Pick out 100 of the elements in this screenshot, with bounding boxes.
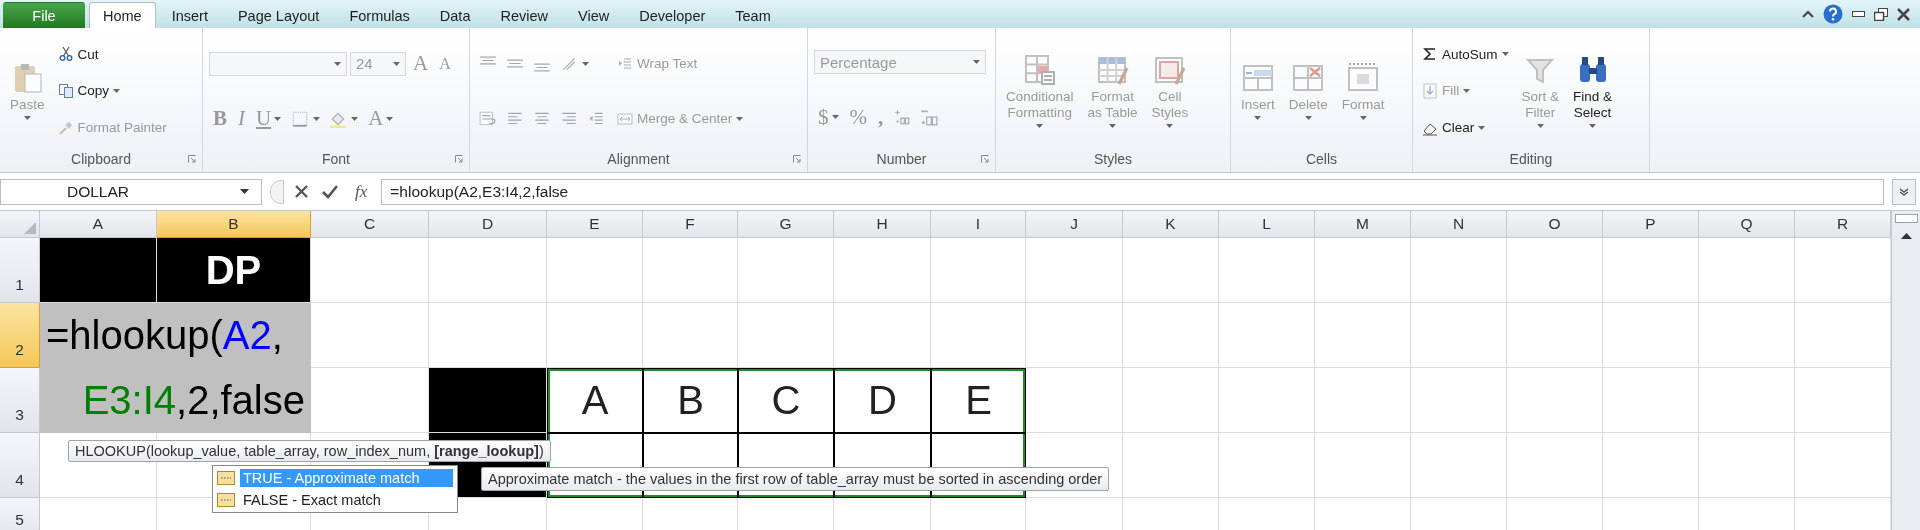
ribbon-tab[interactable]: Insert	[157, 2, 222, 28]
column-header[interactable]: H	[834, 211, 931, 238]
wrap-text-icon	[479, 109, 497, 128]
up-arrow-icon	[1900, 233, 1912, 239]
cut-button[interactable]: Cut	[54, 44, 170, 65]
dialog-launcher-icon[interactable]	[188, 155, 196, 163]
conditional-formatting-icon	[1023, 54, 1056, 86]
column-header[interactable]: Q	[1699, 211, 1795, 238]
column-header[interactable]: A	[40, 211, 157, 238]
delete-cells-icon	[1292, 62, 1325, 94]
clear-button[interactable]: Clear	[1419, 117, 1512, 138]
triangle-icon	[24, 222, 36, 234]
ribbon-tab[interactable]: Formulas	[335, 2, 424, 28]
restore-icon[interactable]	[1874, 7, 1888, 21]
vertical-scrollbar[interactable]	[1891, 211, 1920, 530]
brush-icon	[57, 119, 74, 136]
row-header[interactable]: 4	[0, 433, 40, 498]
spreadsheet-cell[interactable]: C	[738, 368, 834, 433]
argument-icon	[217, 471, 235, 485]
ribbon-tab[interactable]: Home	[89, 2, 156, 28]
ribbon-tab[interactable]: Data	[425, 2, 485, 28]
format-cells-icon	[1347, 62, 1380, 94]
spreadsheet-cell[interactable]: B	[643, 368, 738, 433]
row-header[interactable]: 2	[0, 303, 40, 368]
group-label: Clipboard	[71, 151, 131, 167]
row-header[interactable]: 1	[0, 238, 40, 303]
cancel-icon	[295, 185, 308, 198]
function-tooltip: HLOOKUP(lookup_value, table_array, row_index_num, [range_lookup])	[68, 440, 551, 462]
column-header[interactable]: P	[1603, 211, 1699, 238]
argument-icon	[217, 493, 235, 507]
cell-styles-icon	[1153, 54, 1186, 86]
ribbon-tab[interactable]: Page Layout	[223, 2, 334, 28]
column-header[interactable]: C	[311, 211, 429, 238]
group-label: Font	[322, 151, 350, 167]
dialog-launcher-icon[interactable]	[793, 155, 801, 163]
row-header[interactable]: 3	[0, 368, 40, 433]
ribbon-tab[interactable]: View	[564, 2, 624, 28]
increase-decimal-icon	[893, 108, 912, 127]
column-header[interactable]: I	[931, 211, 1026, 238]
column-header[interactable]: D	[429, 211, 547, 238]
column-header[interactable]: F	[643, 211, 738, 238]
increase-indent-icon	[617, 55, 633, 72]
name-box[interactable]: DOLLAR	[0, 178, 262, 205]
decrease-decimal-icon	[920, 108, 939, 127]
spreadsheet-cell[interactable]: D	[834, 368, 931, 433]
copy-button[interactable]: Copy	[54, 81, 170, 101]
cell-edit-field[interactable]: =hlookup(A2, E3:I4,2,false	[40, 303, 311, 433]
column-header[interactable]: K	[1123, 211, 1219, 238]
dialog-launcher-icon[interactable]	[455, 155, 463, 163]
find-select-button[interactable]: Find & Select	[1569, 52, 1617, 130]
minimize-icon[interactable]	[1852, 11, 1865, 17]
help-icon[interactable]	[1823, 4, 1843, 24]
group-label: Cells	[1305, 151, 1338, 167]
enter-button[interactable]	[319, 184, 341, 199]
column-header[interactable]: G	[738, 211, 834, 238]
column-header[interactable]: M	[1315, 211, 1411, 238]
ribbon-tab[interactable]: Developer	[625, 2, 720, 28]
table-icon	[1096, 54, 1129, 86]
formula-bar-grip[interactable]	[270, 179, 284, 204]
merge-icon	[617, 110, 633, 127]
group-label: Styles	[1093, 151, 1133, 167]
spreadsheet-cell[interactable]: A	[547, 368, 643, 433]
collapse-ribbon-icon[interactable]	[1802, 10, 1814, 18]
scissors-icon	[57, 46, 74, 63]
column-header[interactable]: O	[1507, 211, 1603, 238]
copy-icon	[57, 83, 74, 99]
group-label: Editing	[1509, 151, 1553, 167]
caret-icon	[240, 189, 249, 194]
close-icon[interactable]	[1897, 7, 1910, 21]
spreadsheet-cell[interactable]: E	[931, 368, 1026, 433]
column-header[interactable]: R	[1795, 211, 1891, 238]
ribbon-tab[interactable]: Review	[486, 2, 562, 28]
formula-field[interactable]: =hlookup(A2,E3:I4,2,false	[381, 178, 1884, 205]
border-icon	[291, 109, 310, 128]
fill-down-icon	[1422, 83, 1438, 99]
check-icon	[322, 184, 338, 199]
align-top-icon	[479, 55, 497, 65]
insert-function-button[interactable]: fx	[349, 181, 374, 202]
row-header[interactable]: 5	[0, 498, 40, 530]
group-label: Number	[876, 151, 927, 167]
column-header[interactable]: E	[547, 211, 643, 238]
autosum-button[interactable]: AutoSum	[1419, 44, 1512, 65]
select-all-button[interactable]	[0, 211, 40, 238]
spreadsheet-cell[interactable]: DP	[157, 238, 311, 303]
sum-icon	[1422, 46, 1438, 63]
group-label: Alignment	[607, 151, 670, 167]
autocomplete-item[interactable]: FALSE - Exact match	[214, 489, 456, 511]
column-header[interactable]: B	[157, 211, 311, 238]
column-header[interactable]: J	[1026, 211, 1123, 238]
expand-formula-bar-button[interactable]	[1892, 178, 1916, 205]
insert-cells-icon	[1241, 62, 1274, 94]
chevron-down-icon	[1899, 187, 1909, 196]
column-header[interactable]: L	[1219, 211, 1315, 238]
cancel-button[interactable]	[292, 185, 311, 198]
description-tooltip: Approximate match - the values in the first row of table_array must be sorted in ascending order	[481, 467, 1110, 491]
dialog-launcher-icon[interactable]	[981, 155, 989, 163]
align-middle-icon	[506, 59, 524, 68]
ribbon-tab[interactable]: Team	[721, 2, 785, 28]
column-header[interactable]: N	[1411, 211, 1507, 238]
file-tab[interactable]: File	[3, 2, 85, 28]
